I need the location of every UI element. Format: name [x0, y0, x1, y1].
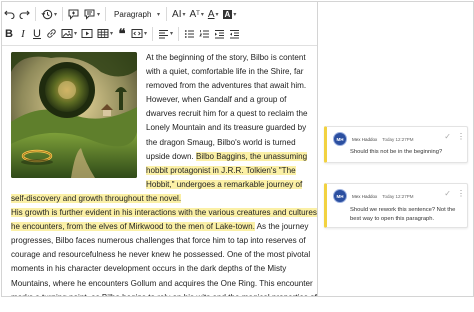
highlight-glyph: A [222, 9, 233, 19]
text-style-glyph: A [189, 8, 197, 20]
paragraph-2[interactable]: His growth is further evident in his int… [11, 206, 317, 296]
avatar: MH [333, 132, 347, 146]
font-size-icon[interactable]: AI ▾ [170, 5, 187, 23]
chevron-down-icon: ▾ [74, 31, 78, 37]
quote-icon[interactable]: ❝ [115, 25, 129, 43]
outdent-icon[interactable] [227, 25, 242, 43]
table-icon[interactable]: ▾ [95, 25, 115, 43]
comment-card[interactable]: MH Mex Haddox Today 12:27PM ✓ ⋮ Should w… [324, 183, 468, 228]
toolbar-separator [166, 7, 168, 21]
paragraph-1-text: At the beginning of the story, Bilbo is … [146, 53, 308, 161]
chevron-down-icon: ▾ [170, 31, 174, 37]
superscript-mark-icon: T [196, 11, 200, 17]
comment-actions: ✓ ⋮ [444, 132, 465, 141]
paragraph-format-select[interactable]: Paragraph ▾ [111, 6, 163, 22]
comment-list-icon[interactable]: ▾ [82, 5, 102, 23]
comment-card[interactable]: MH Mex Haddox Today 12:27PM ✓ ⋮ Should t… [324, 126, 468, 163]
comment-text: Should we rework this sentence? Not the … [350, 207, 456, 222]
document-content[interactable]: At the beginning of the story, Bilbo is … [11, 51, 317, 296]
chevron-down-icon: ▾ [200, 11, 204, 18]
align-icon[interactable]: ▾ [156, 25, 175, 43]
paragraph-format-label: Paragraph [114, 9, 152, 19]
bulleted-list-icon[interactable] [182, 25, 197, 43]
undo-icon[interactable] [2, 5, 17, 23]
comment-time: Today 12:27PM [382, 193, 414, 199]
comment-author: Mex Haddox [352, 193, 378, 199]
italic-icon[interactable]: I [16, 25, 30, 43]
toolbar-separator [62, 7, 64, 21]
code-icon[interactable]: ▾ [129, 25, 149, 43]
quote-glyph: ❝ [118, 25, 126, 41]
numbered-list-icon[interactable] [197, 25, 212, 43]
document-editor: ▾ ▾ Paragraph ▾ AI ▾ AT ▾ A ▾ A ▾ B I U … [1, 1, 318, 297]
comment-time: Today 12:27PM [382, 136, 414, 142]
image-icon[interactable]: ▾ [59, 25, 79, 43]
toolbar-row-2: B I U ▾ ▾ ❝ ▾ ▾ [2, 22, 317, 46]
toolbar-separator [178, 26, 180, 41]
comment-text: Should this not be in the beginning? [350, 149, 443, 155]
more-options-icon[interactable]: ⋮ [457, 132, 465, 140]
toolbar-separator [35, 7, 36, 21]
font-color-glyph: A [207, 8, 215, 20]
chevron-down-icon: ▾ [157, 11, 161, 18]
redo-icon[interactable] [17, 5, 32, 23]
underline-icon[interactable]: U [30, 25, 44, 43]
comment-header: MH Mex Haddox Today 12:27PM ✓ ⋮ [333, 189, 465, 203]
toolbar-separator [105, 7, 107, 21]
indent-icon[interactable] [212, 25, 227, 43]
chevron-down-icon: ▾ [182, 11, 186, 18]
link-icon[interactable] [44, 25, 59, 43]
bold-icon[interactable]: B [2, 25, 16, 43]
chevron-down-icon: ▾ [215, 11, 219, 18]
paragraph-2-text: As the journey progresses, Bilbo faces n… [11, 222, 317, 296]
font-color-icon[interactable]: A ▾ [206, 5, 221, 23]
comment-author: Mex Haddox [352, 136, 378, 142]
font-size-glyph: AI [172, 8, 182, 20]
chevron-down-icon: ▾ [54, 11, 58, 18]
toolbar-separator [152, 26, 154, 41]
comment-actions: ✓ ⋮ [444, 189, 465, 198]
comments-sidebar: MH Mex Haddox Today 12:27PM ✓ ⋮ Should t… [318, 1, 474, 297]
resolve-check-icon[interactable]: ✓ [444, 189, 451, 198]
chevron-down-icon: ▾ [110, 31, 114, 37]
media-icon[interactable] [79, 25, 95, 43]
more-options-icon[interactable]: ⋮ [457, 189, 465, 197]
chevron-down-icon: ▾ [144, 31, 148, 37]
highlight-color-icon[interactable]: A ▾ [221, 5, 239, 23]
chevron-down-icon: ▾ [97, 11, 101, 18]
hobbit-hole-illustration [11, 52, 137, 178]
history-icon[interactable]: ▾ [39, 5, 59, 23]
comment-header: MH Mex Haddox Today 12:27PM ✓ ⋮ [333, 132, 465, 146]
comment-add-icon[interactable] [66, 5, 82, 23]
resolve-check-icon[interactable]: ✓ [444, 132, 451, 141]
text-style-icon[interactable]: AT ▾ [188, 5, 206, 23]
chevron-down-icon: ▾ [233, 11, 237, 18]
avatar: MH [333, 189, 347, 203]
